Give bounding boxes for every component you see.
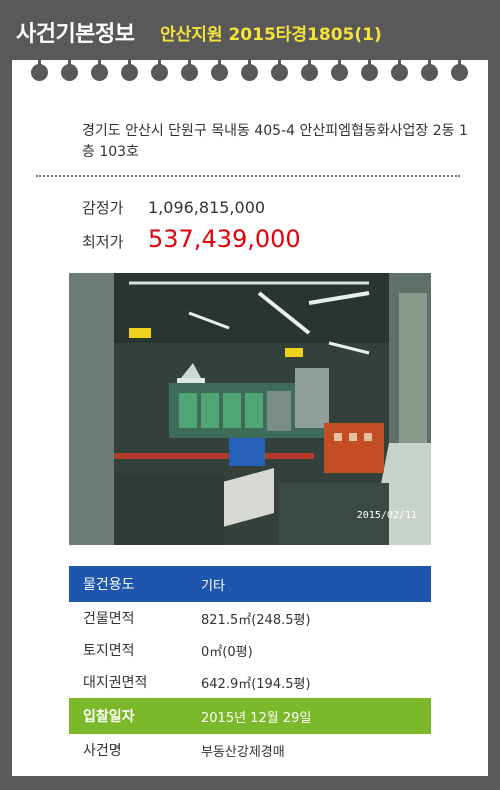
property-address: 경기도 안산시 단원구 목내동 405-4 안산피엠협동화사업장 2동 1층 1… — [82, 123, 468, 160]
binder-ring-icon — [151, 52, 168, 81]
detail-value: 부동산강제경매 — [201, 744, 285, 760]
detail-value: 821.5㎡(248.5평) — [201, 612, 311, 628]
factory-interior-image — [69, 273, 431, 545]
detail-value: 2015년 12월 29일 — [201, 710, 312, 726]
page-title: 사건기본정보 — [16, 22, 135, 47]
binder-ring-icon — [121, 52, 138, 81]
detail-row-building-area: 건물면적 821.5㎡(248.5평) — [69, 602, 431, 634]
binder-ring-icon — [271, 52, 288, 81]
binder-ring-icon — [61, 52, 78, 81]
binder-ring-icon — [331, 52, 348, 81]
detail-label: 대지권면적 — [83, 675, 148, 691]
detail-label: 건물면적 — [83, 611, 135, 627]
binder-ring-icon — [211, 52, 228, 81]
detail-label: 사건명 — [83, 743, 122, 759]
binder-ring-icon — [301, 52, 318, 81]
binder-ring-icon — [391, 52, 408, 81]
dotted-divider — [36, 175, 460, 177]
binder-ring-icon — [181, 52, 198, 81]
detail-row-usage: 물건용도 기타 — [69, 566, 431, 602]
appraisal-price-row: 감정가 1,096,815,000 — [82, 197, 265, 218]
detail-label: 입찰일자 — [83, 709, 135, 725]
detail-row-bid-date: 입찰일자 2015년 12월 29일 — [69, 698, 431, 734]
binder-ring-icon — [91, 52, 108, 81]
detail-value: 0㎡(0평) — [201, 644, 253, 660]
binder-ring-icon — [421, 52, 438, 81]
detail-value: 기타 — [201, 578, 225, 594]
binder-ring-icon — [31, 52, 48, 81]
minimum-label: 최저가 — [82, 233, 124, 251]
detail-row-land-right-area: 대지권면적 642.9㎡(194.5평) — [69, 666, 431, 698]
detail-label: 물건용도 — [83, 577, 135, 593]
property-photo[interactable]: 2015/02/11 — [69, 273, 431, 545]
detail-row-case-name: 사건명 부동산강제경매 — [69, 734, 431, 766]
detail-value: 642.9㎡(194.5평) — [201, 676, 311, 692]
minimum-value: 537,439,000 — [148, 225, 301, 253]
appraisal-label: 감정가 — [82, 199, 124, 217]
binder-ring-icon — [361, 52, 378, 81]
minimum-price-row: 최저가 537,439,000 — [82, 225, 301, 253]
photo-date-stamp: 2015/02/11 — [356, 510, 417, 521]
appraisal-value: 1,096,815,000 — [148, 198, 266, 217]
detail-row-land-area: 토지면적 0㎡(0평) — [69, 634, 431, 666]
binder-ring-icon — [451, 52, 468, 81]
detail-label: 토지면적 — [83, 643, 135, 659]
case-reference: 안산지원 2015타경1805(1) — [160, 25, 382, 45]
binder-ring-icon — [241, 52, 258, 81]
detail-table: 물건용도 기타 건물면적 821.5㎡(248.5평) 토지면적 0㎡(0평) … — [69, 566, 431, 766]
